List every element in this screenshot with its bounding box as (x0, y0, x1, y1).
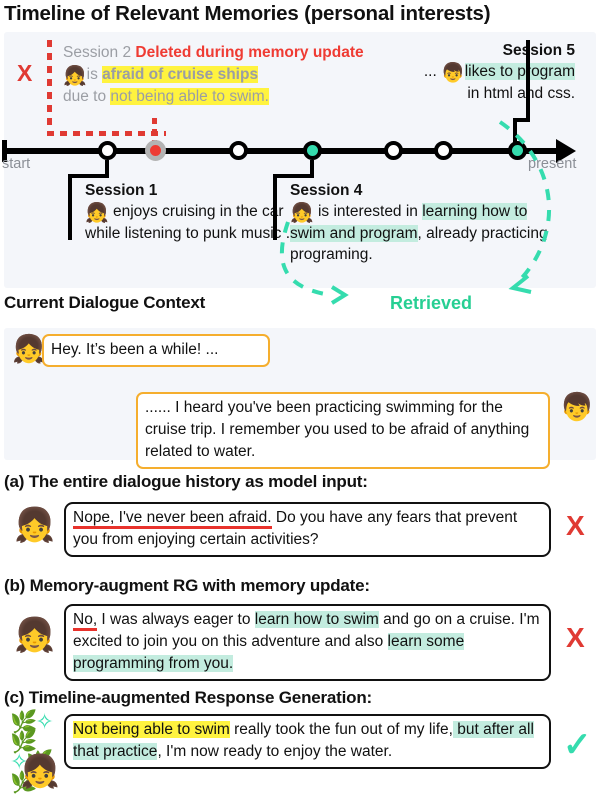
session1-card: Session 1 👧 enjoys cruising in the car w… (85, 180, 300, 244)
deleted-line1-highlight: afraid of cruise ships (102, 65, 259, 83)
session5-header: Session 5 (502, 42, 575, 59)
variant-c-response[interactable]: Not being able to swim really took the f… (64, 714, 551, 769)
page-title: Timeline of Relevant Memories (personal … (4, 2, 491, 25)
deleted-box-dashed-bottom (47, 131, 166, 136)
deleted-box-dashed-left (47, 40, 52, 136)
session5-connector-vertical (526, 40, 530, 121)
deleted-line2-highlight: not being able to swim. (110, 87, 269, 105)
session1-connector-horizontal (68, 174, 109, 178)
session4-body-prefix: is interested in (317, 203, 423, 220)
session4-connector-horizontal (273, 174, 314, 178)
girl-face-icon: 👧 (85, 203, 109, 224)
session5-card: Session 5 ... 👦likes to program in html … (330, 40, 575, 104)
session5-line2: in html and css. (467, 85, 575, 102)
variant-c-part-0: Not being able to swim (73, 721, 230, 738)
variant-b-part-2: learn how to swim (254, 611, 379, 628)
timeline-axis (2, 148, 557, 154)
dialogue-section-title: Current Dialogue Context (4, 293, 206, 312)
variant-c-verdict-icon: ✓ (563, 726, 592, 764)
figure-root: Timeline of Relevant Memories (personal … (0, 0, 600, 796)
timeline-node-6[interactable] (434, 141, 453, 160)
timeline-node-3[interactable] (229, 141, 248, 160)
avatar-girl-variant-a: 👧 (14, 506, 56, 543)
variant-a-response[interactable]: Nope, I've never been afraid. Do you hav… (64, 502, 551, 557)
girl-face-icon: 👧 (290, 203, 314, 224)
session4-header: Session 4 (290, 182, 363, 199)
avatar-girl-variant-b: 👧 (14, 616, 56, 653)
girl-face-icon: 👧 (63, 65, 87, 87)
timeline-node-2-deleted[interactable] (145, 140, 166, 161)
variant-a-label: (a) The entire dialogue history as model… (4, 472, 368, 491)
timeline-node-7-retrieved[interactable] (508, 141, 527, 160)
deleted-x-icon: X (17, 60, 33, 86)
dialogue-bubble-user[interactable]: Hey. It’s been a while! ... (42, 334, 270, 367)
session1-connector-drop (68, 174, 72, 240)
boy-face-icon: 👦 (441, 63, 465, 84)
avatar-girl-turn1: 👧 (12, 334, 46, 364)
dialogue-bubble-partner[interactable]: ...... I heard you've been practicing sw… (136, 392, 550, 469)
session5-prefix: ... (423, 63, 442, 80)
avatar-boy-turn2: 👦 (560, 392, 594, 422)
retrieval-arrow-left (330, 285, 349, 305)
timeline-node-4-retrieved[interactable] (303, 141, 322, 160)
deleted-line2-prefix: due to (63, 87, 111, 105)
timeline-node-1[interactable] (98, 141, 117, 160)
variant-b-part-1: I was always eager to (97, 611, 255, 628)
session1-body: enjoys cruising in the car while listeni… (85, 203, 299, 242)
variant-a-part-0: Nope, I've never been afraid. (73, 509, 272, 529)
session4-card: Session 4 👧 is interested in learning ho… (290, 180, 558, 265)
variant-c-part-1: really took the fun out of my life, (229, 721, 453, 738)
axis-present-label: present (528, 156, 577, 172)
variant-c-label: (c) Timeline-augmented Response Generati… (4, 688, 372, 707)
variant-b-part-0: No, (73, 611, 98, 631)
deleted-line1-prefix: is (86, 65, 103, 83)
variant-c-part-3: , I'm now ready to enjoy the water. (157, 743, 393, 760)
variant-b-verdict-icon: X (566, 622, 585, 653)
avatar-girl-variant-c: 👧 (20, 753, 60, 789)
session5-highlight: likes to program (464, 63, 575, 80)
session1-header: Session 1 (85, 182, 158, 199)
variant-a-verdict-icon: X (566, 510, 585, 541)
variant-b-response[interactable]: No, I was always eager to learn how to s… (64, 604, 551, 681)
variant-b-label: (b) Memory-augment RG with memory update… (4, 576, 370, 595)
deleted-session-label: Session 2 (63, 44, 132, 61)
session5-connector-drop (513, 118, 517, 143)
timeline-node-5[interactable] (384, 141, 403, 160)
retrieved-label: Retrieved (390, 293, 473, 313)
axis-start-label: start (2, 156, 31, 172)
session4-connector-drop (273, 174, 277, 240)
